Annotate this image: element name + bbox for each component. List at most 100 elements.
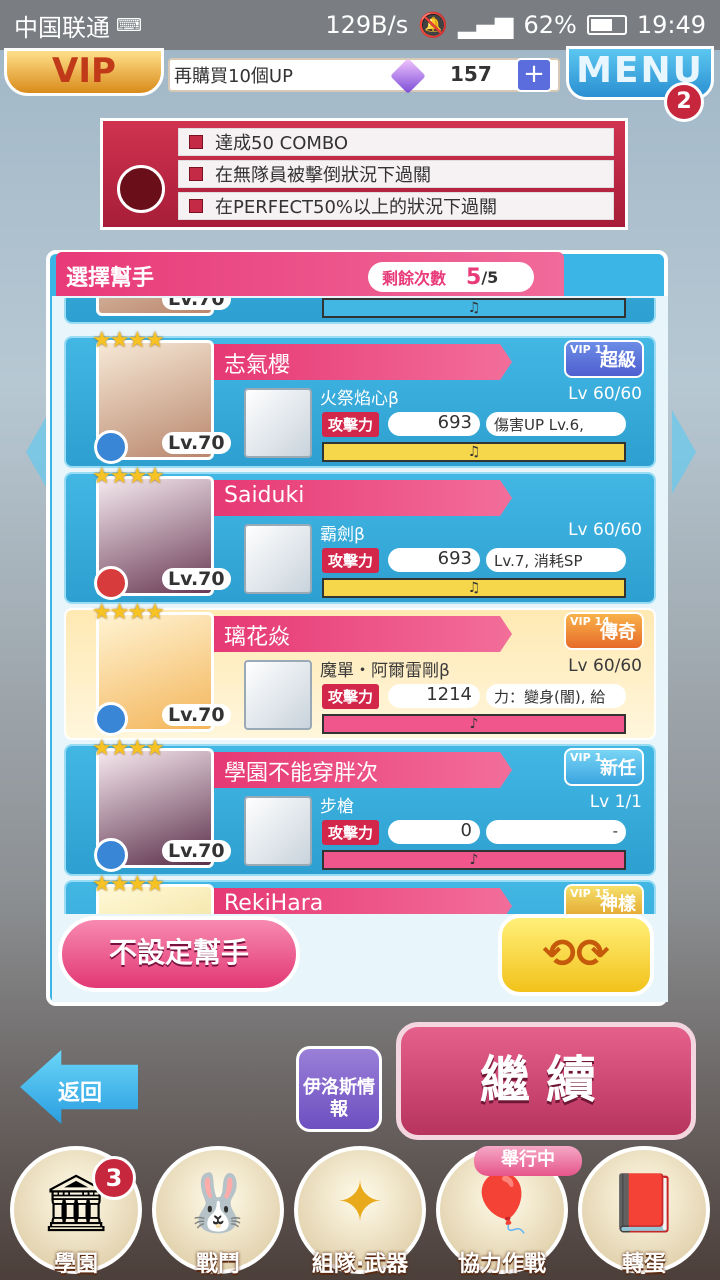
add-gem-button[interactable]: + bbox=[516, 58, 552, 92]
vip-number: VIP 15 bbox=[570, 887, 610, 900]
helper-list[interactable]: Lv.70 ♫ 志氣櫻 ★★★★ Lv.70 VIP 11 超級 火祭焰心β Lv… bbox=[64, 298, 656, 914]
iros-info-button[interactable]: 伊洛斯情報 bbox=[296, 1046, 382, 1132]
vip-number: VIP 14 bbox=[570, 615, 610, 628]
attribute-icon bbox=[94, 430, 128, 464]
battle-icon: 🐰 bbox=[183, 1171, 253, 1236]
mission-text: 達成50 COMBO bbox=[215, 133, 349, 154]
skill-gauge: ♫ bbox=[322, 298, 626, 318]
weapon-icon bbox=[244, 660, 312, 730]
back-button[interactable]: 返回 bbox=[20, 1050, 138, 1124]
vip-rank-badge: VIP 15 神樣 bbox=[564, 884, 644, 914]
attack-label: 攻擊力 bbox=[322, 412, 380, 437]
attack-value: 1214 bbox=[388, 684, 480, 708]
coop-icon: 🎈 bbox=[467, 1171, 537, 1236]
skill-text: - bbox=[486, 820, 626, 844]
refresh-button[interactable]: ⟲⟳ bbox=[498, 914, 654, 996]
mute-icon: 🔕 bbox=[418, 11, 449, 39]
attack-label: 攻擊力 bbox=[322, 548, 380, 573]
remaining-total: /5 bbox=[481, 267, 499, 287]
helper-name: Saiduki bbox=[212, 480, 512, 516]
nav-team-weapon-label: 組隊·武器 bbox=[311, 1252, 409, 1277]
skill-gauge: ♫ bbox=[322, 442, 626, 462]
mission-row: 達成50 COMBO bbox=[178, 128, 614, 156]
battery-icon bbox=[586, 15, 627, 35]
mission-text: 在PERFECT50%以上的狀況下過關 bbox=[215, 197, 498, 218]
vip-title: 新任 bbox=[600, 758, 636, 779]
attribute-icon bbox=[94, 566, 128, 600]
weapon-level: Lv 60/60 bbox=[568, 384, 642, 404]
weapon-level: Lv 60/60 bbox=[568, 520, 642, 540]
nav-academy-label: 學園 bbox=[53, 1252, 98, 1277]
vip-number: VIP 11 bbox=[570, 343, 610, 356]
weapon-name: 步槍 bbox=[320, 797, 354, 817]
no-helper-button[interactable]: 不設定幫手 bbox=[58, 916, 300, 992]
checkbox-icon bbox=[189, 199, 203, 213]
rarity-stars: ★★★★ bbox=[92, 736, 165, 761]
helper-card[interactable]: 璃花焱 ★★★★ Lv.70 VIP 14 傳奇 魔單・阿爾雷剛β Lv 60/6… bbox=[64, 600, 656, 740]
helper-name: RekiHara bbox=[212, 888, 512, 914]
helper-card[interactable]: 志氣櫻 ★★★★ Lv.70 VIP 11 超級 火祭焰心β Lv 60/60 攻… bbox=[64, 328, 656, 468]
helper-card[interactable]: Lv.70 ♫ bbox=[64, 298, 656, 324]
signal-icon: ▂▄▆ bbox=[458, 11, 514, 39]
helper-name: 璃花焱 bbox=[212, 616, 512, 652]
attack-value: 693 bbox=[388, 548, 480, 572]
vip-number: VIP 1 bbox=[570, 751, 603, 764]
helper-card[interactable]: RekiHara ★★★★ VIP 15 神樣 bbox=[64, 872, 656, 914]
skill-gauge: ♪ bbox=[322, 714, 626, 734]
checkbox-icon bbox=[189, 135, 203, 149]
helper-name: 學園不能穿胖次 bbox=[212, 752, 512, 788]
helper-level: Lv.70 bbox=[162, 298, 231, 310]
skill-text: 力：變身(闇), 給 bbox=[486, 684, 626, 708]
helper-card[interactable]: 學園不能穿胖次 ★★★★ Lv.70 VIP 1 新任 步槍 Lv 1/1 攻擊力… bbox=[64, 736, 656, 876]
weapon-level: Lv 1/1 bbox=[589, 792, 642, 812]
helper-name: 志氣櫻 bbox=[212, 344, 512, 380]
attribute-icon bbox=[94, 702, 128, 736]
checkbox-icon bbox=[189, 167, 203, 181]
helper-level: Lv.70 bbox=[162, 432, 231, 454]
vip-badge[interactable]: VIP bbox=[4, 48, 164, 96]
skill-text: Lv.7, 消耗SP bbox=[486, 548, 626, 572]
academy-notification-badge: 3 bbox=[92, 1156, 136, 1200]
battery-percent: 62% bbox=[523, 11, 577, 39]
nav-coop-label: 協力作戰 bbox=[457, 1252, 546, 1277]
mission-text: 在無隊員被擊倒狀況下過關 bbox=[215, 165, 431, 186]
attack-value: 693 bbox=[388, 412, 480, 436]
helper-card[interactable]: Saiduki ★★★★ Lv.70 霸劍β Lv 60/60 攻擊力 693 … bbox=[64, 464, 656, 604]
weapon-icon bbox=[244, 796, 312, 866]
skill-gauge: ♫ bbox=[322, 578, 626, 598]
vip-rank-badge: VIP 11 超級 bbox=[564, 340, 644, 378]
helper-level: Lv.70 bbox=[162, 840, 231, 862]
attribute-icon bbox=[94, 838, 128, 872]
gem-count: 157 bbox=[450, 62, 492, 86]
remaining-value: 5 bbox=[466, 264, 482, 290]
mission-row: 在PERFECT50%以上的狀況下過關 bbox=[178, 192, 614, 220]
rarity-stars: ★★★★ bbox=[92, 872, 165, 897]
remaining-label: 剩餘次數 bbox=[382, 269, 447, 288]
event-active-tag: 舉行中 bbox=[474, 1146, 582, 1176]
weapon-name: 魔單・阿爾雷剛β bbox=[320, 661, 450, 681]
nav-gacha-label: 轉蛋 bbox=[621, 1252, 666, 1277]
attack-value: 0 bbox=[388, 820, 480, 844]
weapon-name: 霸劍β bbox=[320, 525, 365, 545]
weapon-level: Lv 60/60 bbox=[568, 656, 642, 676]
mission-row: 在無隊員被擊倒狀況下過關 bbox=[178, 160, 614, 188]
clock: 19:49 bbox=[636, 11, 706, 39]
net-speed: 129B/s bbox=[325, 11, 409, 39]
menu-notification-badge: 2 bbox=[664, 82, 704, 122]
rarity-stars: ★★★★ bbox=[92, 600, 165, 625]
continue-button[interactable]: 繼續 bbox=[396, 1022, 696, 1140]
nav-battle-label: 戰鬥 bbox=[195, 1252, 240, 1277]
gacha-icon: 📕 bbox=[609, 1171, 679, 1236]
weapon-name: 火祭焰心β bbox=[320, 389, 399, 409]
status-bar: 中国联通 ⌨ 129B/s 🔕 ▂▄▆ 62% 19:49 bbox=[0, 0, 720, 50]
mission-status-icon bbox=[117, 165, 165, 213]
helper-level: Lv.70 bbox=[162, 704, 231, 726]
helper-level: Lv.70 bbox=[162, 568, 231, 590]
rebuy-text: 再購買10個UP bbox=[174, 66, 293, 87]
vip-rank-badge: VIP 1 新任 bbox=[564, 748, 644, 786]
attack-label: 攻擊力 bbox=[322, 684, 380, 709]
skill-text: 傷害UP Lv.6, bbox=[486, 412, 626, 436]
scroll-right-arrow-icon[interactable] bbox=[672, 410, 696, 494]
team-weapon-icon: ✦ bbox=[336, 1170, 384, 1235]
attack-label: 攻擊力 bbox=[322, 820, 380, 845]
